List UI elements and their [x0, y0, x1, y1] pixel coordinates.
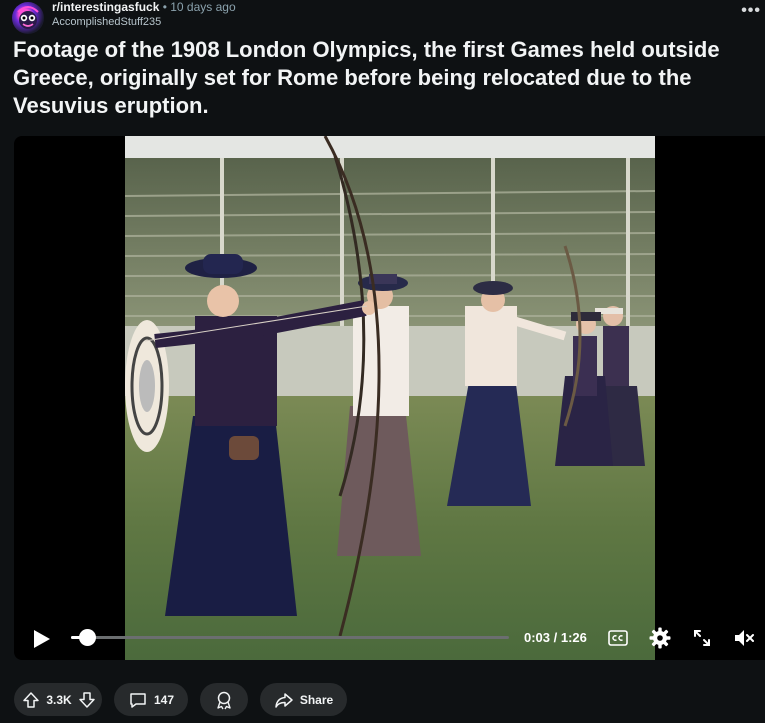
captions-icon[interactable] — [606, 626, 630, 650]
subreddit-logo-icon — [17, 6, 39, 29]
share-label: Share — [299, 692, 334, 707]
post-time: • 10 days ago — [162, 0, 236, 14]
award-button[interactable] — [200, 683, 248, 716]
vote-control: 3.3K — [14, 683, 102, 716]
vote-count: 3.3K — [46, 692, 72, 707]
post-actions: 3.3K 147 Share — [14, 683, 754, 717]
post-title: Footage of the 1908 London Olympics, the… — [13, 37, 720, 118]
award-icon — [217, 691, 231, 709]
progress-knob[interactable] — [78, 629, 96, 646]
post-header: r/interestingasfuck • 10 days ago Accomp… — [0, 0, 765, 34]
video-player[interactable]: 0:03 / 1:26 — [14, 136, 765, 660]
more-options-button[interactable]: ••• — [741, 2, 761, 20]
video-frame — [125, 136, 655, 660]
volume-muted-icon[interactable] — [732, 626, 756, 650]
subreddit-avatar[interactable] — [12, 2, 44, 34]
comment-count: 147 — [153, 692, 175, 707]
progress-track[interactable] — [71, 629, 509, 646]
comments-button[interactable]: 147 — [114, 683, 188, 716]
comment-icon — [130, 692, 146, 708]
share-button[interactable]: Share — [260, 683, 347, 716]
subreddit-link[interactable]: r/interestingasfuck — [52, 0, 159, 14]
share-icon — [275, 692, 293, 708]
player-controls: 0:03 / 1:26 — [14, 616, 765, 660]
fullscreen-icon[interactable] — [690, 626, 714, 650]
upvote-icon[interactable] — [22, 691, 40, 709]
subreddit-line: r/interestingasfuck • 10 days ago — [52, 0, 236, 14]
play-icon[interactable] — [30, 628, 52, 650]
downvote-icon[interactable] — [78, 691, 96, 709]
author-link[interactable]: AccomplishedStuff235 — [52, 16, 161, 28]
settings-icon[interactable] — [648, 626, 672, 650]
timecode: 0:03 / 1:26 — [524, 630, 587, 645]
